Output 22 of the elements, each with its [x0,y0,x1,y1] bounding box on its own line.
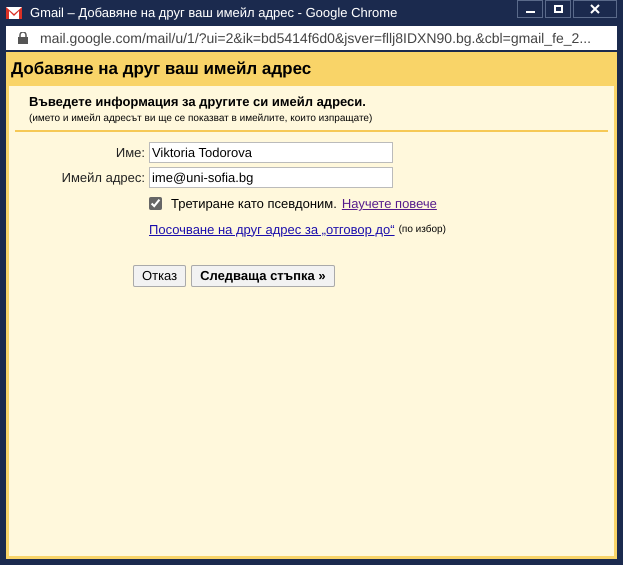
optional-note: (по избор) [398,222,446,237]
alias-label: Третиране като псевдоним. [171,195,337,213]
lock-icon [18,32,28,44]
section-subheading: (името и имейл адресът ви ще се показват в имейлите, които изпращате) [29,112,374,126]
close-icon [590,4,600,14]
next-step-button[interactable]: Следваща стъпка » [191,265,335,287]
alias-checkbox[interactable] [149,197,162,210]
address-bar[interactable]: mail.google.com/mail/u/1/?ui=2&ik=bd5414f6d0&jsver=fllj8IDXN90.bg.&cbl=gmail_fe_2... [6,26,617,50]
cancel-button[interactable]: Отказ [133,265,186,287]
maximize-button[interactable] [545,0,571,18]
close-button[interactable] [573,0,617,18]
input-field[interactable]: ime@uni-sofia.bg [149,167,393,188]
reply-to-link[interactable]: Посочване на друг адрес за „отговор до“ [149,220,395,239]
section-heading: Въведете информация за другите си имейл адреси. [29,92,367,111]
input-field[interactable]: Viktoria Todorova [149,142,393,163]
dialog-title: Добавяне на друг ваш имейл адрес [10,58,312,80]
window-title: Gmail – Добавяне на друг ваш имейл адрес - Google Chrome [30,4,398,22]
field-label: Имейл адрес: [60,168,145,187]
minimize-button[interactable] [517,0,543,18]
mail-icon [6,7,22,19]
learn-more-link[interactable]: Научете повече [342,194,437,214]
field-label: Име: [114,144,145,162]
